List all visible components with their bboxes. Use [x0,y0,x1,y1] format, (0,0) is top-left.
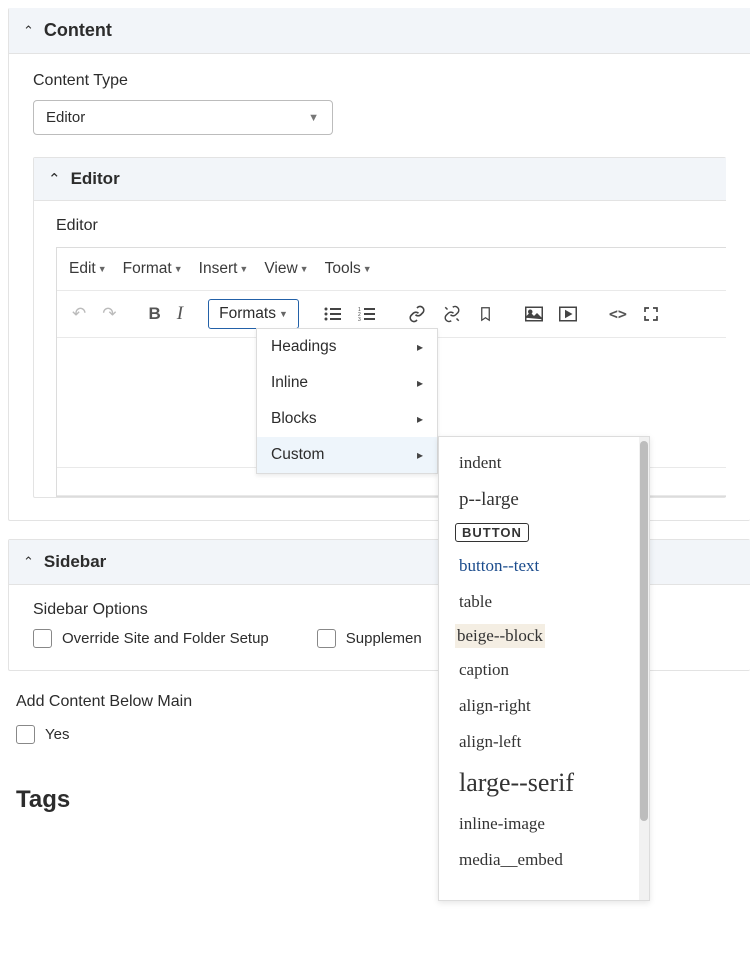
chk-supplement[interactable]: Supplemen [317,629,422,648]
bold-icon[interactable]: B [142,298,168,330]
content-header[interactable]: ⌃ Content [9,8,750,54]
caret-down-icon: ▼ [300,264,309,274]
dd-inline[interactable]: Inline▸ [257,365,437,401]
dd-headings[interactable]: Headings▸ [257,329,437,365]
caret-down-icon: ▼ [174,264,183,274]
fmt-indent[interactable]: indent [455,445,635,481]
content-type-select[interactable]: Editor ▼ [33,100,333,135]
menu-format[interactable]: Format▼ [117,256,189,282]
menu-insert[interactable]: Insert▼ [193,256,255,282]
arrow-right-icon: ▸ [417,412,423,426]
unlink-icon[interactable] [435,299,469,329]
editor-panel: ⌃ Editor Editor Edit▼ Format▼ Insert▼ Vi… [33,157,726,498]
chevron-up-icon: ⌃ [23,554,34,570]
arrow-right-icon: ▸ [417,376,423,390]
checkbox-icon[interactable] [317,629,336,648]
code-icon[interactable]: <> [602,299,634,329]
scrollbar-thumb[interactable] [640,441,648,821]
caret-down-icon: ▼ [98,264,107,274]
editor-header[interactable]: ⌃ Editor [34,158,726,201]
dd-blocks[interactable]: Blocks▸ [257,401,437,437]
menu-view[interactable]: View▼ [258,256,314,282]
content-type-value[interactable]: Editor [33,100,333,135]
checkbox-icon[interactable] [33,629,52,648]
menu-tools[interactable]: Tools▼ [319,256,378,282]
chk-override[interactable]: Override Site and Folder Setup [33,629,269,648]
bookmark-icon[interactable] [471,299,500,329]
fmt-table[interactable]: table [455,584,635,620]
editor-menubar: Edit▼ Format▼ Insert▼ View▼ Tools▼ [57,248,726,291]
caret-down-icon: ▼ [363,264,372,274]
sidebar-title: Sidebar [44,552,106,572]
chevron-up-icon: ⌃ [48,170,61,188]
chk-override-label: Override Site and Folder Setup [62,630,269,647]
fmt-media-embed[interactable]: media__embed [455,842,635,878]
editor-label: Editor [56,217,726,235]
scrollbar[interactable] [639,437,649,900]
fmt-align-left[interactable]: align-left [455,724,635,760]
fmt-p-large[interactable]: p--large [455,481,635,519]
arrow-right-icon: ▸ [417,448,423,462]
editor-panel-title: Editor [71,169,120,189]
chk-supplement-label: Supplemen [346,630,422,647]
fmt-button-text[interactable]: button--text [455,548,635,584]
menu-edit[interactable]: Edit▼ [63,256,113,282]
custom-submenu: indent p--large BUTTON button--text tabl… [438,436,650,901]
content-panel: ⌃ Content Content Type Editor ▼ ⌃ Editor… [8,8,750,521]
formats-dropdown: Headings▸ Inline▸ Blocks▸ Custom▸ [256,328,438,474]
editor-body: Editor Edit▼ Format▼ Insert▼ View▼ Tools… [34,201,726,497]
caret-down-icon: ▼ [239,264,248,274]
chk-yes-label: Yes [45,726,69,743]
content-body: Content Type Editor ▼ ⌃ Editor Editor Ed… [9,54,750,520]
formats-button[interactable]: Formats▼ [208,299,299,329]
custom-scroll: indent p--large BUTTON button--text tabl… [439,437,639,900]
fmt-button[interactable]: BUTTON [455,523,529,542]
svg-text:3: 3 [358,317,361,322]
fmt-beige-block[interactable]: beige--block [455,624,545,648]
italic-icon[interactable]: I [170,297,190,331]
fmt-caption[interactable]: caption [455,652,635,688]
link-icon[interactable] [401,299,433,329]
checkbox-icon[interactable] [16,725,35,744]
chevron-up-icon: ⌃ [23,23,34,39]
content-type-label: Content Type [33,72,726,90]
fullscreen-icon[interactable] [636,300,666,328]
image-icon[interactable] [518,300,550,328]
video-icon[interactable] [552,300,584,328]
numbered-list-icon[interactable]: 123 [351,300,383,328]
undo-icon[interactable]: ↶ [65,298,93,330]
fmt-inline-image[interactable]: inline-image [455,806,635,842]
content-title: Content [44,20,112,41]
redo-icon[interactable]: ↷ [95,298,123,330]
caret-down-icon: ▼ [308,112,319,124]
bulleted-list-icon[interactable] [317,300,349,328]
caret-down-icon: ▼ [279,309,288,319]
arrow-right-icon: ▸ [417,340,423,354]
fmt-align-right[interactable]: align-right [455,688,635,724]
fmt-large-serif[interactable]: large--serif [455,760,635,806]
dd-custom[interactable]: Custom▸ [257,437,437,473]
editor-box: Edit▼ Format▼ Insert▼ View▼ Tools▼ ↶ ↷ B… [56,247,726,497]
